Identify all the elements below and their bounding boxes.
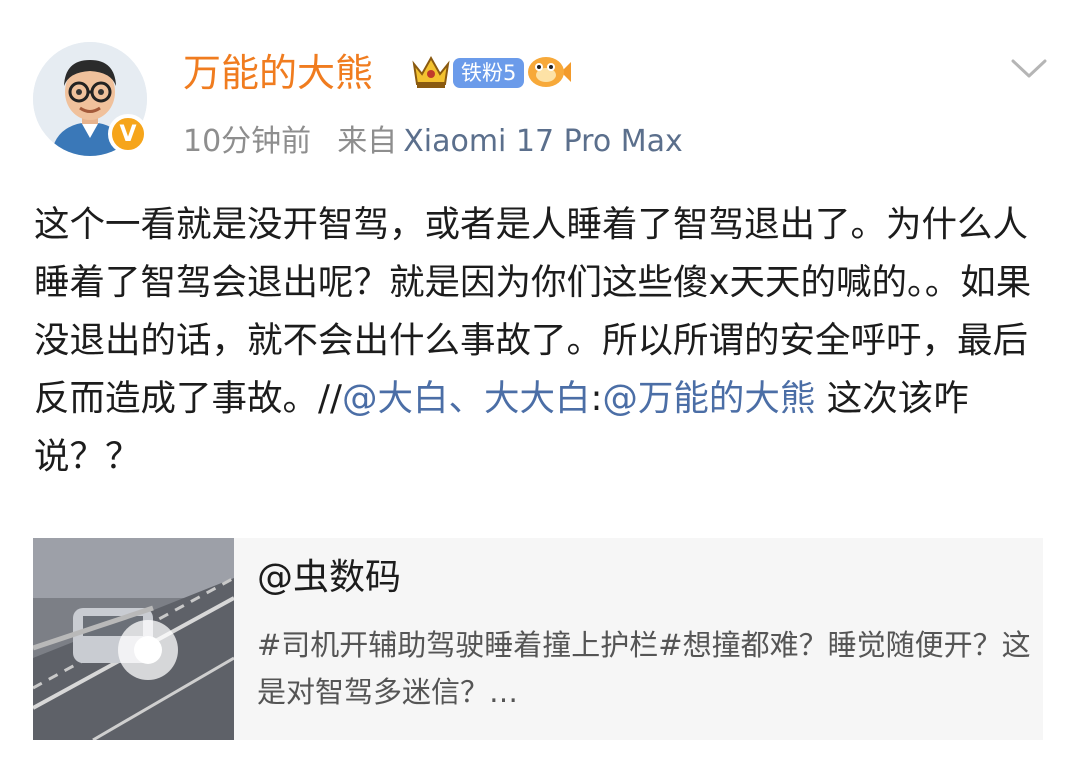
quoted-author[interactable]: @虫数码 xyxy=(257,554,401,602)
mention-colon: : xyxy=(590,378,603,419)
crown-icon xyxy=(412,55,450,88)
fish-emoji-icon xyxy=(528,57,571,87)
verified-badge: V xyxy=(108,114,148,154)
post-time: 10分钟前 xyxy=(183,124,312,159)
device-source: Xiaomi 17 Pro Max xyxy=(403,124,683,159)
source-prefix: 来自 xyxy=(337,124,398,159)
video-thumbnail[interactable] xyxy=(33,538,234,740)
post-body: 这个一看就是没开智驾，或者是人睡着了智驾退出了。为什么人睡着了智驾会退出呢？就是… xyxy=(34,196,1044,486)
crash-scene-image xyxy=(33,538,234,740)
mention-link[interactable]: @大白、大大白 xyxy=(342,378,591,419)
username[interactable]: 万能的大熊 xyxy=(183,48,373,98)
quoted-post-card[interactable]: @虫数码 #司机开辅助驾驶睡着撞上护栏#想撞都难？睡觉随便开？这是对智驾多迷信？… xyxy=(33,538,1043,740)
mention-link[interactable]: @万能的大熊 xyxy=(602,378,815,419)
chevron-down-icon[interactable] xyxy=(1010,58,1048,80)
post-meta: 10分钟前 来自 Xiaomi 17 Pro Max xyxy=(183,122,683,162)
repost-separator: // xyxy=(318,378,342,419)
quoted-description: #司机开辅助驾驶睡着撞上护栏#想撞都难？睡觉随便开？这是对智驾多迷信？… xyxy=(257,628,1031,709)
fan-level-badge[interactable]: 铁粉5 xyxy=(453,58,525,88)
